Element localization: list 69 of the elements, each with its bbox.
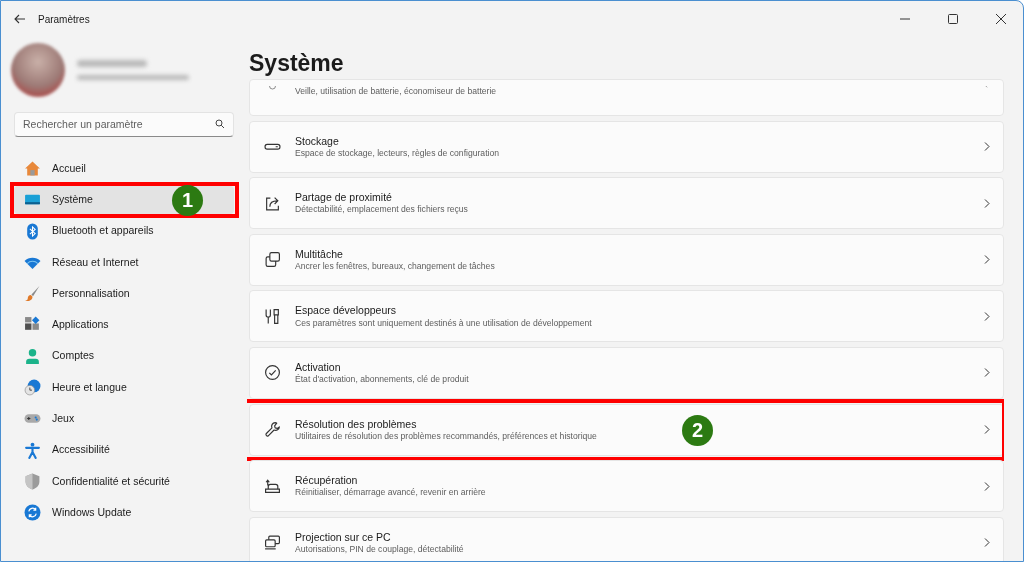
sidebar-item[interactable]: Heure et langue: [14, 373, 234, 402]
screens-icon: [264, 534, 281, 552]
sidebar-item[interactable]: Accueil: [14, 154, 234, 183]
settings-card[interactable]: Multitâche Ancrer les fenêtres, bureaux, changement de tâches: [249, 233, 1004, 286]
search-field[interactable]: Rechercher un paramètre: [14, 111, 234, 137]
sidebar-item[interactable]: Jeux: [14, 404, 234, 433]
step-number: 2: [682, 414, 713, 446]
sidebar-item[interactable]: Windows Update: [14, 498, 234, 527]
card-title: Récupération: [295, 473, 359, 488]
card-title: Résolution des problèmes: [295, 416, 418, 431]
card-description: Ces paramètres sont uniquement destinés à une utilisation de développement: [295, 317, 592, 330]
maximize-icon: [948, 14, 958, 24]
back-arrow-icon[interactable]: [14, 14, 26, 24]
person-icon: [24, 347, 41, 365]
wrench-icon: [264, 421, 281, 439]
card-title: Espace développeurs: [295, 303, 397, 318]
sidebar-item[interactable]: Accessibilité: [14, 436, 234, 465]
avatar[interactable]: [11, 43, 65, 97]
settings-card[interactable]: Projection sur ce PC Autorisations, PIN de couplage, détectabilité: [249, 516, 1004, 561]
settings-card[interactable]: Espace développeurs Ces paramètres sont uniquement destinés à une utilisation de développement: [249, 290, 1004, 343]
recovery-icon: [264, 477, 281, 495]
step-number: 1: [172, 184, 203, 216]
blurred-name: [77, 60, 147, 67]
chevron-icon: [982, 311, 991, 321]
chevron-icon: [982, 425, 991, 435]
close-icon: [996, 14, 1006, 24]
settings-card[interactable]: Récupération Réinitialiser, démarrage avancé, revenir en arrière: [249, 460, 1004, 513]
check-circle-icon: [264, 364, 281, 382]
sidebar-item[interactable]: Confidentialité et sécurité: [14, 467, 234, 496]
update-icon: [24, 504, 41, 522]
card-title: Multitâche: [295, 246, 344, 262]
paintbrush-icon: [24, 285, 41, 303]
window-title: Paramètres: [38, 12, 90, 27]
card-description: État d'activation, abonnements, clé de produit: [295, 374, 469, 386]
settings-card[interactable]: Activation État d'activation, abonnements, clé de produit: [249, 346, 1004, 399]
card-description: Détectabilité, emplacement des fichiers reçus: [295, 204, 468, 217]
settings-card[interactable]: Partage de proximité Détectabilité, emplacement des fichiers reçus: [249, 177, 1004, 230]
bluetooth-icon: [24, 222, 41, 240]
card-description: Ancrer les fenêtres, bureaux, changement de tâches: [295, 261, 495, 273]
card-description: Espace de stockage, lecteurs, règles de configuration: [295, 147, 499, 160]
sidebar-item[interactable]: Applications: [14, 311, 234, 339]
chevron-icon: [982, 198, 991, 208]
page-title: Système: [249, 49, 345, 78]
card-title: Activation: [295, 360, 342, 374]
card-title: Partage de proximité: [295, 190, 393, 205]
chevron-icon: [982, 255, 991, 265]
chevron-icon: [982, 368, 991, 378]
settings-card[interactable]: Stockage Espace de stockage, lecteurs, règles de configuration: [249, 120, 1004, 173]
chevron-icon: [982, 142, 991, 152]
home-icon: [24, 160, 41, 177]
accessibility-icon: [24, 441, 41, 459]
card-description: Utilitaires de résolution des problèmes recommandés, préférences et historique: [295, 430, 597, 443]
tools-icon: [264, 307, 281, 325]
card-description: Veille, utilisation de batterie, économiseur de batterie: [295, 86, 497, 98]
sidebar-item[interactable]: Comptes: [14, 342, 234, 371]
sidebar-item[interactable]: Personnalisation: [14, 279, 234, 308]
clock-globe-icon: [24, 379, 41, 397]
card-title: Projection sur ce PC: [295, 529, 392, 545]
card-title: Stockage: [295, 133, 340, 148]
chevron-icon: [982, 481, 991, 491]
chevron-icon: [982, 538, 991, 548]
shield-icon: [24, 472, 41, 490]
sidebar-item[interactable]: Réseau et Internet: [14, 248, 234, 277]
settings-card[interactable]: Veille, utilisation de batterie, économiseur de batterie: [249, 79, 1004, 116]
sidebar-item[interactable]: Bluetooth et appareils: [14, 217, 234, 246]
search-icon: [215, 119, 225, 129]
card-description: Réinitialiser, démarrage avancé, revenir en arrière: [295, 487, 486, 500]
card-description: Autorisations, PIN de couplage, détectabilité: [295, 544, 464, 556]
windows-stack-icon: [264, 251, 281, 269]
